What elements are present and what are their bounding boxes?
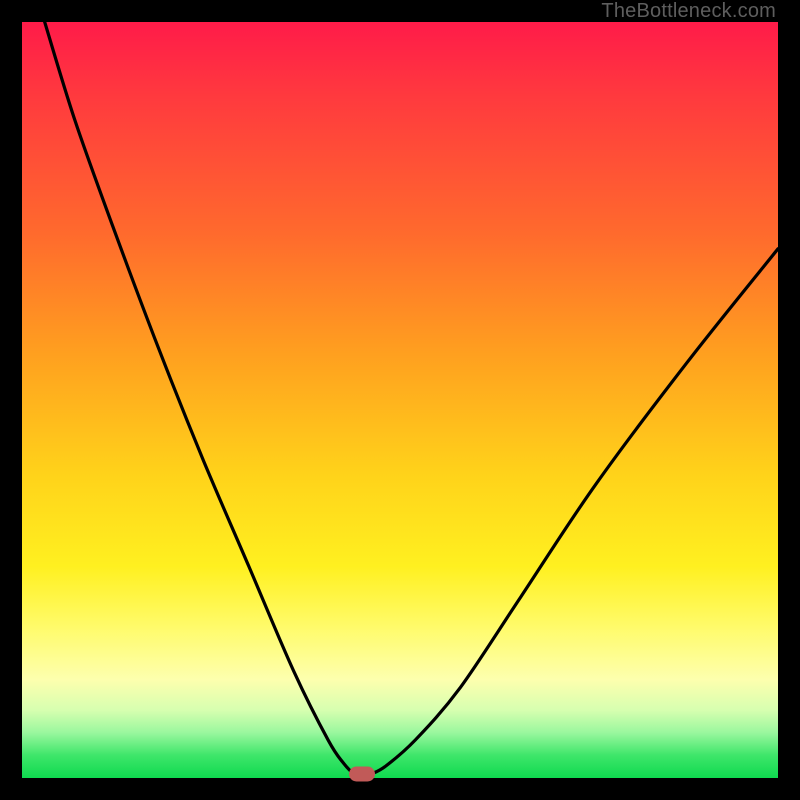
plot-area <box>22 22 778 778</box>
watermark-text: TheBottleneck.com <box>601 0 776 23</box>
optimal-marker <box>349 767 375 782</box>
bottleneck-curve <box>22 22 778 778</box>
chart-frame: TheBottleneck.com <box>0 0 800 800</box>
